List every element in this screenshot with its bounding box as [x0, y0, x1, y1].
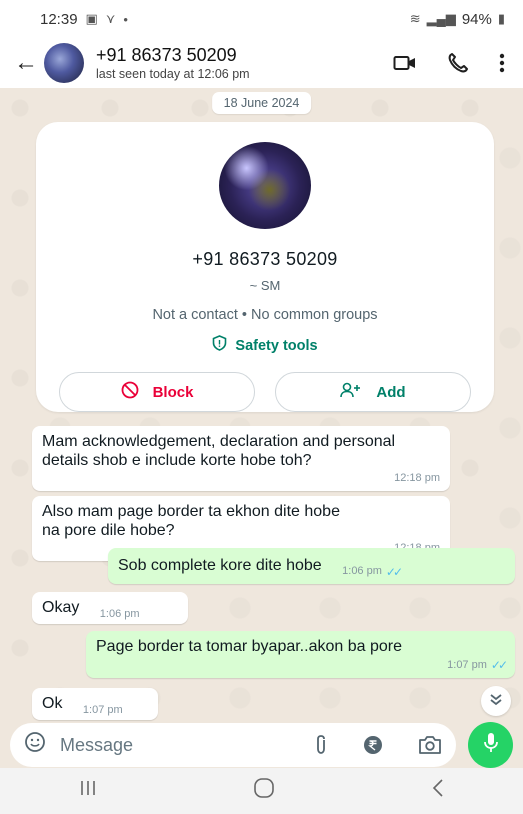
message-time: 1:06 pm: [342, 565, 382, 578]
safety-tools-label: Safety tools: [235, 337, 318, 354]
message-composer: [0, 722, 523, 768]
more-options-icon[interactable]: [499, 53, 505, 73]
back-nav-icon[interactable]: [431, 778, 445, 804]
cellular-signal-icon: ▂▄▆: [426, 11, 456, 26]
voice-message-button[interactable]: [468, 722, 513, 768]
signal-notification-icon: ⋎: [105, 11, 116, 26]
contact-card-alias: ~ SM: [249, 278, 281, 293]
contact-avatar[interactable]: [44, 43, 84, 83]
contact-card-phone: +91 86373 50209: [192, 249, 338, 269]
video-call-icon[interactable]: [393, 54, 417, 72]
message-text: Also mam page border ta ekhon dite hobe …: [42, 503, 340, 540]
message-text: Ok: [42, 695, 63, 712]
double-tick-read-icon: ✓✓: [385, 564, 403, 579]
add-label: Add: [376, 383, 406, 401]
back-arrow-icon[interactable]: ←: [14, 49, 42, 77]
block-button[interactable]: Block: [59, 372, 255, 412]
message-bubble-incoming[interactable]: Ok 1:07 pm: [32, 688, 158, 720]
contact-card-info: Not a contact • No common groups: [152, 307, 378, 323]
message-input-pill: [10, 723, 456, 767]
safety-tools-link[interactable]: Safety tools: [212, 335, 318, 356]
contact-info[interactable]: +91 86373 50209 last seen today at 12:06…: [96, 45, 250, 81]
home-icon[interactable]: [253, 777, 275, 805]
message-time: 1:07 pm: [447, 658, 487, 671]
recent-apps-icon[interactable]: [78, 779, 98, 803]
message-bubble-incoming[interactable]: Okay 1:06 pm: [32, 592, 188, 624]
chat-area[interactable]: 18 June 2024 +91 86373 50209 ~ SM Not a …: [0, 88, 523, 722]
contact-card-avatar[interactable]: [219, 142, 311, 229]
gallery-notification-icon: ▣: [85, 11, 98, 26]
scroll-to-bottom-button[interactable]: [481, 686, 511, 716]
message-bubble-outgoing[interactable]: Page border ta tomar byapar..akon ba por…: [86, 631, 515, 678]
block-label: Block: [152, 383, 194, 401]
date-chip: 18 June 2024: [211, 92, 312, 114]
contact-card: +91 86373 50209 ~ SM Not a contact • No …: [36, 122, 494, 412]
system-navigation-bar: [0, 768, 523, 814]
attachment-icon[interactable]: [314, 734, 328, 756]
status-time: 12:39: [40, 10, 78, 28]
status-bar: 12:39 ▣ ⋎ • ≋ ▂▄▆ 94% ▮: [0, 0, 523, 38]
double-chevron-down-icon: [489, 693, 503, 709]
contact-name: +91 86373 50209: [96, 45, 237, 65]
message-bubble-outgoing[interactable]: Sob complete kore dite hobe 1:06 pm ✓✓: [108, 548, 515, 584]
message-input[interactable]: [60, 734, 240, 756]
emoji-icon[interactable]: [24, 731, 46, 759]
wifi-icon: ≋: [409, 11, 421, 26]
add-person-icon: [340, 382, 362, 402]
double-tick-read-icon: ✓✓: [490, 658, 508, 673]
message-time: 1:06 pm: [99, 608, 140, 620]
chat-header: ← +91 86373 50209 last seen today at 12:…: [0, 38, 523, 88]
last-seen-status: last seen today at 12:06 pm: [96, 67, 250, 81]
camera-icon[interactable]: [418, 735, 442, 755]
battery-icon: ▮: [497, 11, 505, 26]
message-time: 12:18 pm: [394, 472, 440, 485]
payment-rupee-icon[interactable]: [362, 734, 384, 756]
message-text: Page border ta tomar byapar..akon ba por…: [96, 638, 402, 655]
dot-icon: •: [123, 11, 128, 27]
block-icon: [121, 381, 139, 403]
message-text: Sob complete kore dite hobe: [118, 557, 322, 574]
message-text: Okay: [42, 599, 80, 616]
message-bubble-incoming[interactable]: Mam acknowledgement, declaration and per…: [32, 426, 450, 491]
voice-call-icon[interactable]: [447, 52, 469, 74]
shield-icon: [212, 335, 227, 356]
battery-percent: 94%: [461, 10, 492, 28]
add-contact-button[interactable]: Add: [275, 372, 471, 412]
message-text: Mam acknowledgement, declaration and per…: [42, 433, 396, 470]
microphone-icon: [483, 732, 499, 759]
message-time: 1:07 pm: [82, 704, 123, 716]
